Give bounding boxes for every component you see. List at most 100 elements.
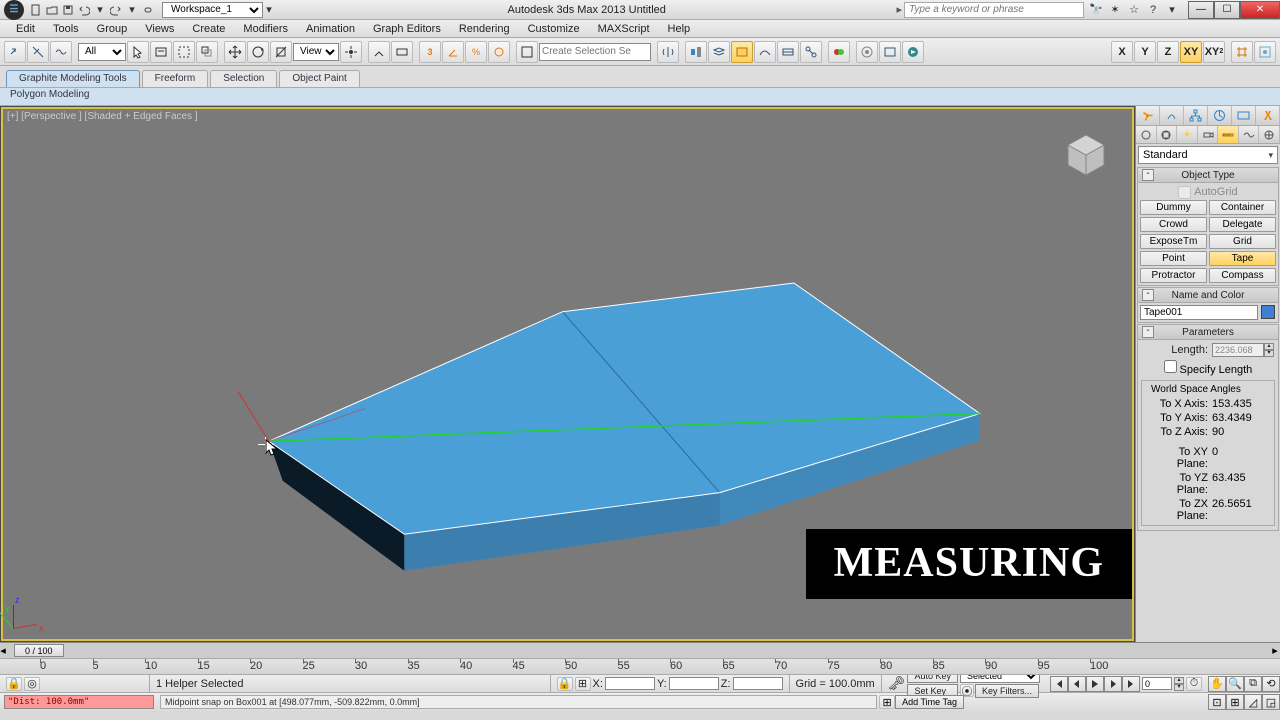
unlink-tool-icon[interactable] (27, 41, 49, 63)
cameras-cat-icon[interactable] (1198, 126, 1219, 143)
menu-rendering[interactable]: Rendering (451, 22, 518, 36)
modify-panel-icon[interactable] (1160, 106, 1184, 125)
new-icon[interactable] (28, 2, 44, 18)
play-icon[interactable] (1086, 676, 1104, 692)
spinner-snap-icon[interactable] (488, 41, 510, 63)
specify-length-checkbox[interactable] (1164, 360, 1177, 373)
compass-button[interactable]: Compass (1209, 268, 1276, 283)
key-mode-icon[interactable]: 🗝 (888, 675, 906, 692)
zoom-extents-all-icon[interactable]: ⊞ (1226, 694, 1244, 710)
selection-filter[interactable]: All (78, 43, 126, 61)
category-dropdown[interactable]: Standard (1138, 146, 1278, 164)
viewport-perspective[interactable]: [+] [Perspective ] [Shaded + Edged Faces… (1, 107, 1134, 641)
menu-group[interactable]: Group (89, 22, 136, 36)
schematic-view-icon[interactable] (800, 41, 822, 63)
abs-rel-icon[interactable]: ⊞ (575, 677, 591, 691)
dummy-button[interactable]: Dummy (1140, 200, 1207, 215)
help-icon[interactable]: ? (1145, 2, 1161, 18)
tab-freeform[interactable]: Freeform (142, 70, 209, 87)
delegate-button[interactable]: Delegate (1209, 217, 1276, 232)
chevron-down-icon[interactable]: ▾ (1164, 2, 1180, 18)
isolate-selection-icon[interactable]: ◎ (24, 677, 40, 691)
curve-editor-icon[interactable] (754, 41, 776, 63)
axis-z-button[interactable]: Z (1157, 41, 1179, 63)
helpers-cat-icon[interactable] (1218, 126, 1239, 143)
length-spinner[interactable]: 2236.068 (1212, 343, 1264, 357)
layers-icon[interactable] (708, 41, 730, 63)
bind-space-warp-icon[interactable] (50, 41, 72, 63)
spacewarps-cat-icon[interactable] (1239, 126, 1260, 143)
select-region-icon[interactable] (173, 41, 195, 63)
undo-icon[interactable] (76, 2, 92, 18)
workspace-selector[interactable]: Workspace_1 (162, 2, 263, 18)
goto-end-icon[interactable] (1122, 676, 1140, 692)
select-object-icon[interactable] (127, 41, 149, 63)
snap-toggle-icon[interactable]: 3 (419, 41, 441, 63)
rollout-name-color-header[interactable]: Name and Color (1137, 287, 1279, 303)
time-ruler[interactable]: 0510152025303540455055606570758085909510… (0, 659, 1280, 675)
move-tool-icon[interactable] (224, 41, 246, 63)
pan-icon[interactable]: ✋ (1208, 676, 1226, 692)
crowd-button[interactable]: Crowd (1140, 217, 1207, 232)
dope-sheet-icon[interactable] (777, 41, 799, 63)
named-selection-input[interactable] (539, 43, 651, 61)
object-color-swatch[interactable] (1261, 305, 1275, 319)
prev-frame-icon[interactable] (1068, 676, 1086, 692)
material-editor-icon[interactable] (828, 41, 850, 63)
menu-animation[interactable]: Animation (298, 22, 363, 36)
utilities-panel-icon[interactable] (1256, 106, 1280, 125)
axis-y-button[interactable]: Y (1134, 41, 1156, 63)
shapes-cat-icon[interactable] (1157, 126, 1178, 143)
object-name-input[interactable] (1140, 305, 1258, 320)
frame-spin-buttons[interactable]: ▴▾ (1174, 677, 1184, 691)
link-icon[interactable] (140, 2, 156, 18)
coord-x-input[interactable] (605, 677, 655, 690)
manipulate-icon[interactable] (368, 41, 390, 63)
lock-icon[interactable]: 🔒 (557, 677, 573, 691)
maximize-button[interactable]: ☐ (1214, 1, 1240, 19)
close-button[interactable]: ✕ (1240, 1, 1280, 19)
key-filters-button[interactable]: Key Filters... (975, 684, 1039, 698)
rollout-object-type-header[interactable]: Object Type (1137, 167, 1279, 183)
edit-named-sel-icon[interactable] (516, 41, 538, 63)
create-panel-icon[interactable] (1136, 106, 1160, 125)
coord-z-input[interactable] (733, 677, 783, 690)
axis-xy-button[interactable]: XY (1180, 41, 1202, 63)
axis-xy2-button[interactable]: XY2 (1203, 41, 1225, 63)
open-icon[interactable] (44, 2, 60, 18)
binoculars-icon[interactable]: 🔭 (1088, 2, 1104, 18)
fov-icon[interactable]: ◿ (1244, 694, 1262, 710)
link-tool-icon[interactable] (4, 41, 26, 63)
add-time-tag-button[interactable]: Add Time Tag (895, 695, 964, 709)
angle-snap-icon[interactable] (442, 41, 464, 63)
axis-x-button[interactable]: X (1111, 41, 1133, 63)
render-icon[interactable] (902, 41, 924, 63)
next-frame-icon[interactable] (1104, 676, 1122, 692)
render-setup-icon[interactable] (856, 41, 878, 63)
redo-icon[interactable] (108, 2, 124, 18)
minimize-button[interactable]: — (1188, 1, 1214, 19)
menu-help[interactable]: Help (660, 22, 699, 36)
percent-snap-icon[interactable]: % (465, 41, 487, 63)
layer-manager-icon[interactable] (731, 41, 753, 63)
chevron-down-icon[interactable]: ▾ (261, 2, 277, 18)
menu-tools[interactable]: Tools (45, 22, 87, 36)
container-button[interactable]: Container (1209, 200, 1276, 215)
keyboard-shortcut-icon[interactable] (391, 41, 413, 63)
sub-ribbon[interactable]: Polygon Modeling (0, 88, 1280, 106)
maxscript-listener[interactable] (4, 695, 154, 709)
select-name-icon[interactable] (150, 41, 172, 63)
length-spin-buttons[interactable]: ▴▾ (1264, 343, 1274, 357)
chevron-down-icon[interactable]: ▾ (124, 2, 140, 18)
time-slider-row[interactable]: ◂ 0 / 100 ▸ (0, 643, 1280, 659)
current-frame-input[interactable] (1142, 677, 1172, 690)
rotate-tool-icon[interactable] (247, 41, 269, 63)
menu-create[interactable]: Create (184, 22, 233, 36)
lights-cat-icon[interactable] (1177, 126, 1198, 143)
menu-modifiers[interactable]: Modifiers (235, 22, 296, 36)
chevron-down-icon[interactable]: ▾ (92, 2, 108, 18)
snaps-options-icon[interactable] (1254, 41, 1276, 63)
zoom-extents-icon[interactable]: ⊡ (1208, 694, 1226, 710)
time-slider[interactable]: 0 / 100 (14, 644, 64, 657)
align-icon[interactable] (685, 41, 707, 63)
